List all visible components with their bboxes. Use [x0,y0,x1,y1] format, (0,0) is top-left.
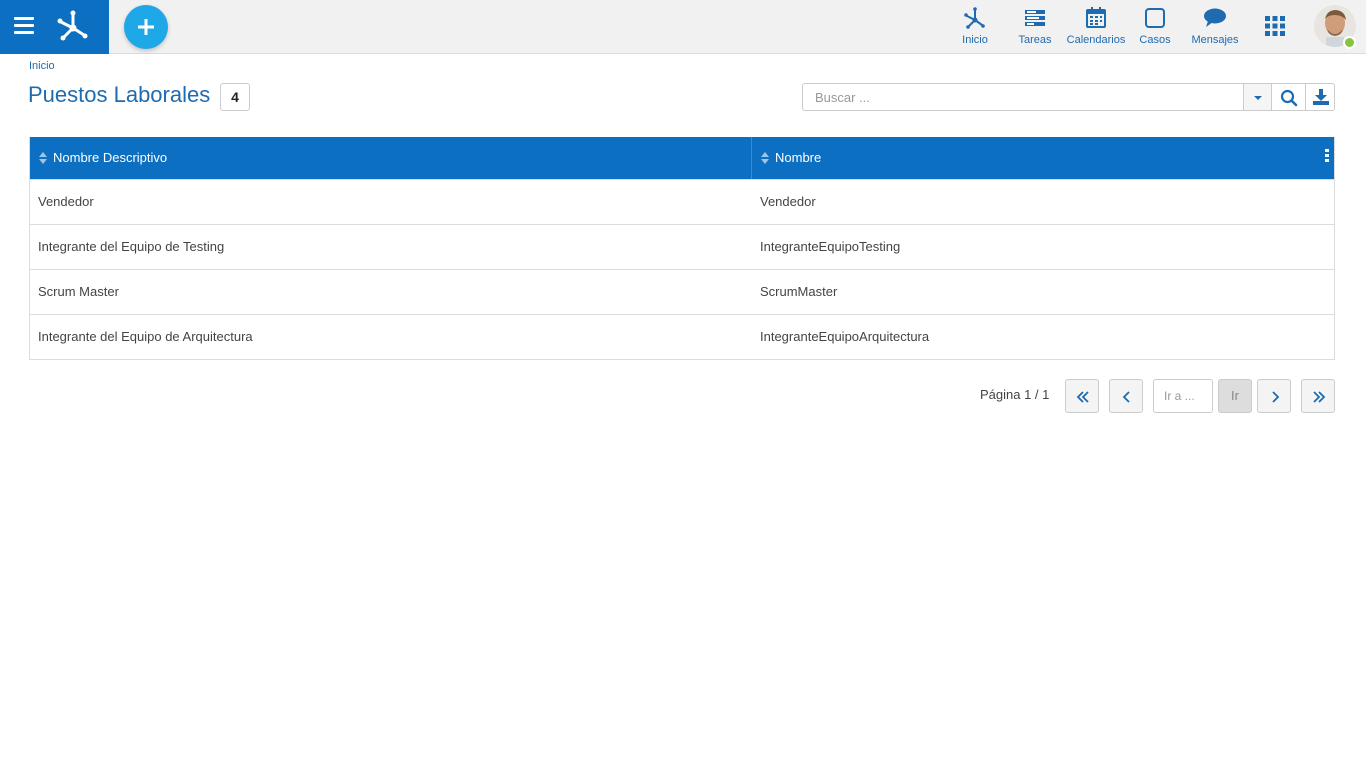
table-row[interactable]: Scrum Master ScrumMaster [30,269,1334,314]
search-icon [1280,89,1298,107]
page-info: Página 1 / 1 [980,387,1050,402]
table-cell: Vendedor [38,194,94,209]
apps-grid-icon[interactable] [1265,16,1285,36]
column-header-label: Nombre [775,150,822,165]
column-header-nombre-descriptivo[interactable]: Nombre Descriptivo [30,137,752,179]
download-button[interactable] [1305,83,1335,111]
double-chevron-left-icon [1076,391,1089,403]
logo-icon[interactable] [55,8,91,44]
search-filter-dropdown[interactable] [1243,83,1272,111]
table-cell: Scrum Master [38,284,119,299]
nav-inicio[interactable]: Inicio [955,6,995,48]
top-bar: Inicio Tareas Calendarios Casos Mensajes [0,0,1366,54]
table-cell: IntegranteEquipoArquitectura [760,329,930,344]
search-input[interactable] [802,83,1243,111]
prev-page-button[interactable] [1109,379,1143,413]
nav-casos[interactable]: Casos [1138,6,1172,48]
sort-icon [39,152,47,164]
home-network-icon [964,7,985,29]
calendar-icon [1086,7,1106,28]
cases-icon [1145,8,1165,28]
column-header-label: Nombre Descriptivo [53,150,168,165]
search-bar [802,83,1335,111]
count-badge: 4 [220,83,250,111]
nav-calendarios[interactable]: Calendarios [1066,6,1126,48]
online-status-badge [1343,36,1356,49]
goto-page-input[interactable] [1153,379,1213,413]
nav-mensajes[interactable]: Mensajes [1190,6,1240,48]
nav-label: Casos [1139,34,1171,46]
chat-bubble-icon [1204,8,1226,27]
chevron-left-icon [1122,391,1130,403]
brand-area [0,0,109,54]
table-cell: Integrante del Equipo de Testing [38,239,225,254]
nav-label: Mensajes [1191,34,1239,46]
table-cell: ScrumMaster [760,284,838,299]
nav-label: Calendarios [1066,34,1126,46]
table-row[interactable]: Integrante del Equipo de Testing Integra… [30,224,1334,269]
table-cell: IntegranteEquipoTesting [760,239,901,254]
menu-icon[interactable] [14,17,34,35]
page-title: Puestos Laborales [28,82,211,107]
breadcrumb[interactable]: Inicio [29,60,55,72]
go-button[interactable]: Ir [1218,379,1252,413]
double-chevron-right-icon [1313,391,1326,403]
chevron-right-icon [1272,391,1280,403]
last-page-button[interactable] [1301,379,1335,413]
table-cell: Integrante del Equipo de Arquitectura [38,329,253,344]
nav-tareas[interactable]: Tareas [1016,6,1054,48]
tasks-icon [1025,10,1045,26]
table-row[interactable]: Vendedor Vendedor [30,179,1334,224]
sort-icon [761,152,769,164]
download-icon [1313,89,1329,105]
column-options-icon[interactable] [1325,149,1329,165]
column-header-nombre[interactable]: Nombre [752,137,1334,179]
plus-icon [138,19,154,35]
data-table: Nombre Descriptivo Nombre Vendedor Vende… [29,137,1335,360]
table-header: Nombre Descriptivo Nombre [30,137,1334,179]
first-page-button[interactable] [1065,379,1099,413]
table-row[interactable]: Integrante del Equipo de Arquitectura In… [30,314,1334,359]
next-page-button[interactable] [1257,379,1291,413]
table-cell: Vendedor [760,194,816,209]
nav-label: Tareas [1018,34,1052,46]
search-button[interactable] [1272,83,1306,111]
nav-label: Inicio [962,34,988,46]
add-button[interactable] [124,5,168,49]
